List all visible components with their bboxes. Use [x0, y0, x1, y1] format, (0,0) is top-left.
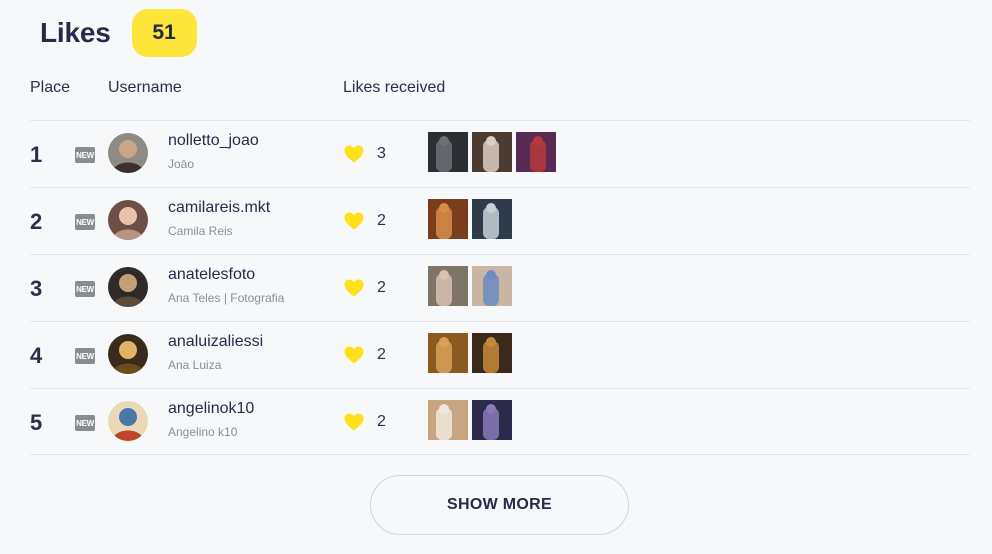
liked-photos — [428, 333, 512, 373]
liked-photos — [428, 132, 556, 172]
column-header-username: Username — [108, 79, 182, 96]
place-number: 5 — [30, 410, 43, 435]
username-link[interactable]: angelinok10 — [168, 400, 254, 418]
place-number: 1 — [30, 142, 43, 167]
new-badge: NEW — [75, 281, 95, 297]
liked-photos — [428, 199, 512, 239]
liked-photos — [428, 266, 512, 306]
place-number: 4 — [30, 343, 43, 368]
liked-photo-thumbnail[interactable] — [516, 132, 556, 172]
full-name: Ana Teles | Fotografia — [168, 291, 285, 305]
likes-count: 3 — [377, 145, 386, 162]
table-row: 2 NEW camilareis.mkt Camila Reis 2 — [30, 187, 970, 254]
heart-icon — [344, 413, 364, 431]
liked-photo-thumbnail[interactable] — [472, 400, 512, 440]
likes-count: 2 — [377, 346, 386, 363]
avatar[interactable] — [108, 133, 148, 173]
table-row: 4 NEW analuizaliessi Ana Luiza 2 — [30, 321, 970, 388]
avatar[interactable] — [108, 200, 148, 240]
avatar[interactable] — [108, 267, 148, 307]
table-row: 5 NEW angelinok10 Angelino k10 2 — [30, 388, 970, 455]
table-row: 1 NEW nolletto_joao Joāo 3 — [30, 120, 970, 187]
liked-photo-thumbnail[interactable] — [472, 333, 512, 373]
place-number: 3 — [30, 276, 43, 301]
column-header-likes-received: Likes received — [343, 79, 446, 96]
likes-count: 2 — [377, 279, 386, 296]
likes-count: 2 — [377, 413, 386, 430]
likes-count: 2 — [377, 212, 386, 229]
heart-icon — [344, 212, 364, 230]
liked-photos — [428, 400, 512, 440]
place-number: 2 — [30, 209, 43, 234]
liked-photo-thumbnail[interactable] — [472, 132, 512, 172]
liked-photo-thumbnail[interactable] — [428, 132, 468, 172]
heart-icon — [344, 279, 364, 297]
likes-count-badge: 51 — [131, 9, 197, 57]
liked-photo-thumbnail[interactable] — [428, 266, 468, 306]
username-link[interactable]: anatelesfoto — [168, 266, 255, 284]
full-name: Angelino k10 — [168, 425, 238, 439]
new-badge: NEW — [75, 415, 95, 431]
liked-photo-thumbnail[interactable] — [428, 333, 468, 373]
username-link[interactable]: analuizaliessi — [168, 333, 263, 351]
table-row: 3 NEW anatelesfoto Ana Teles | Fotografi… — [30, 254, 970, 321]
likes-table: 1 NEW nolletto_joao Joāo 3 2 NEW camilar… — [30, 120, 970, 455]
likes-header: Likes 51 — [40, 8, 197, 58]
heart-icon — [344, 145, 364, 163]
avatar[interactable] — [108, 334, 148, 374]
show-more-button[interactable]: SHOW MORE — [370, 475, 629, 535]
full-name: Ana Luiza — [168, 358, 222, 372]
username-link[interactable]: camilareis.mkt — [168, 199, 270, 217]
liked-photo-thumbnail[interactable] — [428, 400, 468, 440]
full-name: Camila Reis — [168, 224, 233, 238]
liked-photo-thumbnail[interactable] — [472, 199, 512, 239]
full-name: Joāo — [168, 157, 195, 171]
new-badge: NEW — [75, 147, 95, 163]
new-badge: NEW — [75, 214, 95, 230]
avatar[interactable] — [108, 401, 148, 441]
new-badge: NEW — [75, 348, 95, 364]
liked-photo-thumbnail[interactable] — [472, 266, 512, 306]
page-title: Likes — [40, 17, 111, 48]
heart-icon — [344, 346, 364, 364]
column-header-place: Place — [30, 79, 71, 96]
liked-photo-thumbnail[interactable] — [428, 199, 468, 239]
username-link[interactable]: nolletto_joao — [168, 132, 259, 150]
